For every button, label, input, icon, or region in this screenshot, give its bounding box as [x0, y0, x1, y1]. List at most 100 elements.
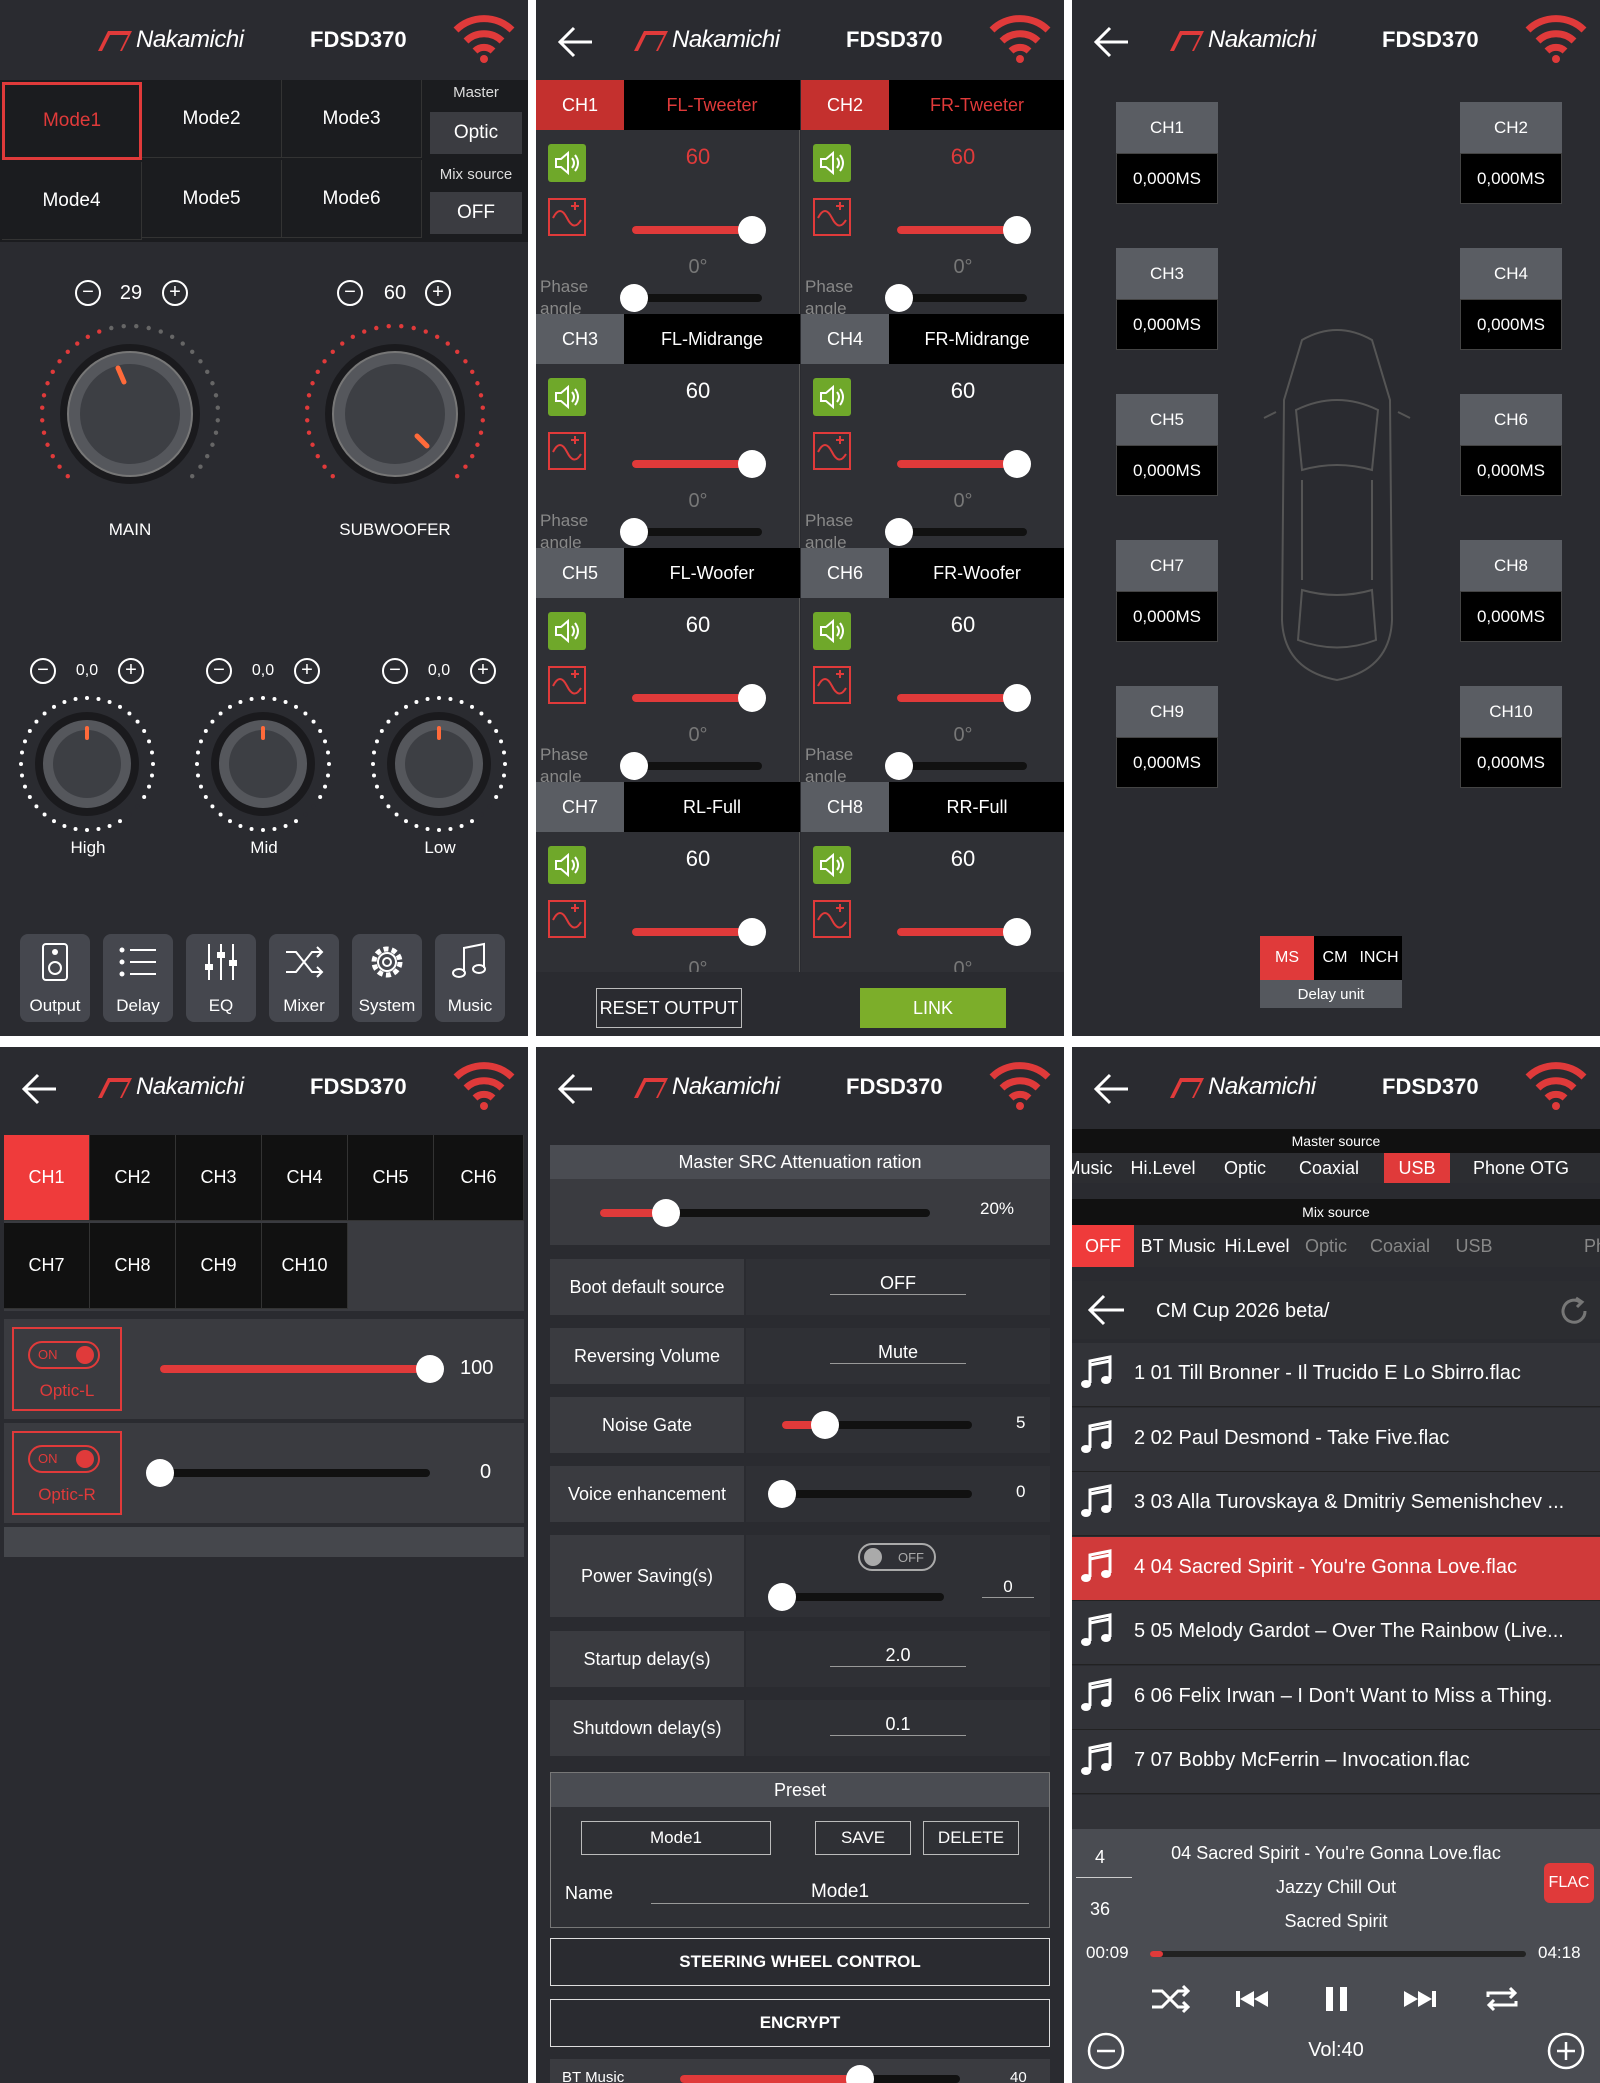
mix-source-item[interactable]: Hi.Level [1220, 1225, 1294, 1267]
channel-gain-slider[interactable] [897, 918, 1031, 946]
song-list-item[interactable]: 6 06 Felix Irwan – I Don't Want to Miss … [1072, 1665, 1600, 1730]
unit-cm-button[interactable]: CM [1314, 936, 1356, 980]
power-saving-value[interactable]: 0 [982, 1577, 1034, 1598]
mix-source-button[interactable]: OFF [430, 192, 522, 234]
boot-source-value[interactable]: OFF [830, 1273, 966, 1295]
toggle-switch[interactable]: ON [28, 1445, 100, 1473]
master-source-item[interactable]: Optic [1208, 1153, 1282, 1183]
preset-delete-button[interactable]: DELETE [923, 1821, 1019, 1855]
channel-tab[interactable]: CH2 [90, 1135, 176, 1221]
voice-enhancement-slider[interactable] [768, 1480, 972, 1508]
nav-mixer-button[interactable]: Mixer [269, 934, 339, 1022]
back-arrow-icon[interactable] [20, 1069, 60, 1109]
wifi-icon[interactable] [452, 1061, 516, 1111]
nav-music-button[interactable]: Music [435, 934, 505, 1022]
delay-channel-box[interactable]: CH6 0,000MS [1460, 394, 1562, 496]
channel-gain-slider[interactable] [897, 216, 1031, 244]
phase-invert-icon[interactable] [813, 198, 851, 236]
shuffle-icon[interactable] [1148, 1977, 1192, 2021]
mid-knob[interactable] [191, 692, 336, 837]
channel-gain-slider[interactable] [632, 918, 766, 946]
phase-invert-icon[interactable] [813, 666, 851, 704]
phase-invert-icon[interactable] [548, 666, 586, 704]
mode-button[interactable]: Mode6 [282, 160, 422, 238]
mix-source-item[interactable]: OFF [1072, 1225, 1134, 1267]
speaker-mute-icon[interactable] [548, 144, 586, 182]
back-arrow-icon[interactable] [1092, 1069, 1132, 1109]
phase-slider[interactable] [620, 752, 762, 780]
song-list-item[interactable]: 5 05 Melody Gardot – Over The Rainbow (L… [1072, 1601, 1600, 1665]
phase-slider[interactable] [620, 518, 762, 546]
phase-slider[interactable] [885, 518, 1027, 546]
speaker-mute-icon[interactable] [548, 846, 586, 884]
shutdown-delay-value[interactable]: 0.1 [830, 1714, 966, 1736]
sub-plus-button[interactable]: + [425, 280, 451, 306]
high-plus-button[interactable]: + [118, 658, 144, 684]
mode-button[interactable]: Mode4 [2, 162, 142, 240]
nav-output-button[interactable]: Output [20, 934, 90, 1022]
nav-delay-button[interactable]: Delay [103, 934, 173, 1022]
mode-button[interactable]: Mode1 [2, 82, 142, 160]
wifi-icon[interactable] [1524, 14, 1588, 64]
unit-ms-button[interactable]: MS [1260, 936, 1314, 980]
mid-minus-button[interactable]: − [206, 658, 232, 684]
channel-tab[interactable]: CH6 [434, 1135, 524, 1221]
delay-channel-box[interactable]: CH3 0,000MS [1116, 248, 1218, 350]
channel-gain-slider[interactable] [632, 450, 766, 478]
mode-button[interactable]: Mode2 [142, 80, 282, 158]
low-minus-button[interactable]: − [382, 658, 408, 684]
mix-source-item[interactable]: BT Music [1136, 1225, 1220, 1267]
speaker-mute-icon[interactable] [548, 378, 586, 416]
progress-bar[interactable] [1150, 1951, 1526, 1957]
high-knob[interactable] [15, 692, 160, 837]
master-source-item[interactable]: Phone OTG [1456, 1153, 1586, 1183]
sub-minus-button[interactable]: − [337, 280, 363, 306]
encrypt-button[interactable]: ENCRYPT [550, 1999, 1050, 2047]
repeat-icon[interactable] [1480, 1977, 1524, 2021]
channel-gain-slider[interactable] [897, 684, 1031, 712]
speaker-mute-icon[interactable] [813, 144, 851, 182]
nav-eq-button[interactable]: EQ [186, 934, 256, 1022]
channel-tab[interactable]: CH4 [262, 1135, 348, 1221]
master-source-item[interactable]: Coaxial [1286, 1153, 1372, 1183]
delay-channel-box[interactable]: CH7 0,000MS [1116, 540, 1218, 642]
channel-tab[interactable]: CH8 [90, 1223, 176, 1309]
master-source-item[interactable]: USB [1384, 1153, 1450, 1183]
main-plus-button[interactable]: + [162, 280, 188, 306]
channel-gain-slider[interactable] [897, 450, 1031, 478]
channel-gain-slider[interactable] [632, 684, 766, 712]
channel-tab[interactable]: CH7 [4, 1223, 90, 1309]
optic-l-toggle[interactable]: ON Optic-L [12, 1327, 122, 1411]
wifi-icon[interactable] [1524, 1061, 1588, 1111]
speaker-mute-icon[interactable] [813, 846, 851, 884]
link-button[interactable]: LINK [860, 988, 1006, 1028]
delay-channel-box[interactable]: CH5 0,000MS [1116, 394, 1218, 496]
delay-channel-box[interactable]: CH4 0,000MS [1460, 248, 1562, 350]
speaker-mute-icon[interactable] [813, 378, 851, 416]
delay-channel-box[interactable]: CH9 0,000MS [1116, 686, 1218, 788]
next-track-icon[interactable] [1398, 1977, 1442, 2021]
channel-tab[interactable]: CH1 [4, 1135, 90, 1221]
speaker-mute-icon[interactable] [548, 612, 586, 650]
delay-channel-box[interactable]: CH1 0,000MS [1116, 102, 1218, 204]
back-arrow-icon[interactable] [556, 1069, 596, 1109]
main-minus-button[interactable]: − [75, 280, 101, 306]
back-arrow-icon[interactable] [556, 22, 596, 62]
startup-delay-value[interactable]: 2.0 [830, 1645, 966, 1667]
delay-channel-box[interactable]: CH2 0,000MS [1460, 102, 1562, 204]
power-saving-toggle[interactable]: OFF [858, 1543, 936, 1571]
delay-channel-box[interactable]: CH10 0,000MS [1460, 686, 1562, 788]
nav-system-button[interactable]: System [352, 934, 422, 1022]
wifi-icon[interactable] [452, 14, 516, 64]
mix-source-item[interactable]: USB [1444, 1225, 1504, 1267]
folder-back-icon[interactable] [1086, 1293, 1126, 1327]
song-list-item[interactable]: 7 07 Bobby McFerrin – Invocation.flac [1072, 1730, 1600, 1794]
high-minus-button[interactable]: − [30, 658, 56, 684]
song-list-item[interactable]: 1 01 Till Bronner - Il Trucido E Lo Sbir… [1072, 1343, 1600, 1407]
bt-music-slider[interactable] [680, 2065, 960, 2083]
mix-source-item[interactable]: Ph [1580, 1225, 1600, 1267]
mode-button[interactable]: Mode3 [282, 80, 422, 158]
previous-track-icon[interactable] [1230, 1977, 1274, 2021]
mix-source-item[interactable]: Optic [1296, 1225, 1356, 1267]
master-source-button[interactable]: Optic [430, 112, 522, 154]
